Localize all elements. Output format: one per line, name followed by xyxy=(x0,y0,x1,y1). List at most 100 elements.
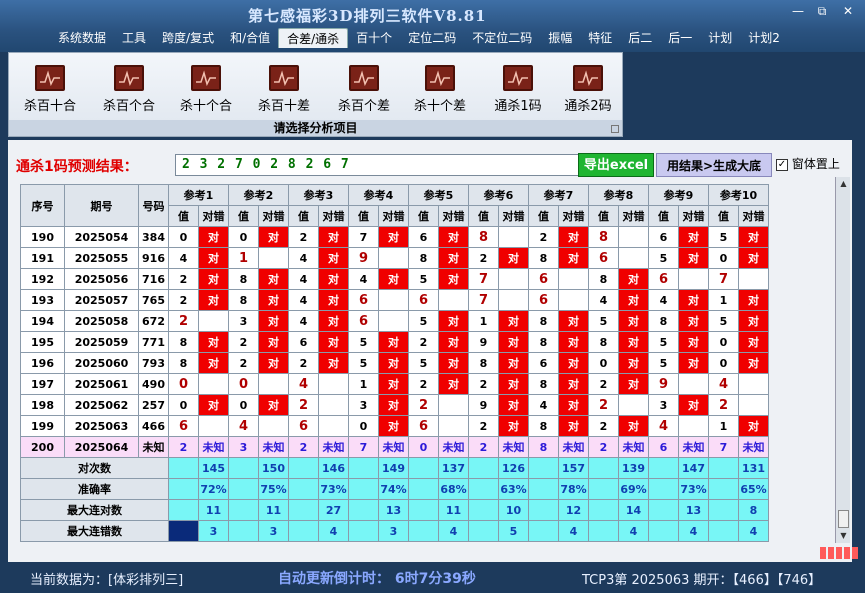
stat-spacer xyxy=(228,457,259,479)
ref-header-7: 参考7 xyxy=(528,184,589,206)
menu-item-5[interactable]: 百十个 xyxy=(348,28,400,48)
ref-header-2: 参考2 xyxy=(228,184,289,206)
period-cell: 2025055 xyxy=(64,247,139,269)
chart-icon xyxy=(35,65,65,91)
period-header: 期号 xyxy=(64,184,139,227)
table-row: 192 2025056 716 2 对 8 对 4 对 4 对 5 对 7 6 8 对 6 7 xyxy=(20,268,769,290)
result-cell: 未知 xyxy=(678,436,709,458)
menu-item-11[interactable]: 后一 xyxy=(660,28,700,48)
vertical-scrollbar[interactable]: ▲ ▼ xyxy=(835,177,850,543)
result-cell: 对 xyxy=(558,226,589,248)
stat-value: 149 xyxy=(378,457,409,479)
stat-spacer xyxy=(408,499,439,521)
value-cell: 5 xyxy=(708,310,739,332)
stat-spacer xyxy=(708,457,739,479)
menu-item-6[interactable]: 定位二码 xyxy=(400,28,464,48)
period-cell: 2025064 xyxy=(64,436,139,458)
generate-base-button[interactable]: 用结果>生成大底 xyxy=(656,153,772,177)
ribbon-button-2[interactable]: 杀十个合 xyxy=(171,65,241,114)
result-cell: 未知 xyxy=(438,436,469,458)
close-button[interactable]: ✕ xyxy=(838,4,858,18)
stat-spacer xyxy=(288,478,319,500)
ribbon-button-4[interactable]: 杀百个差 xyxy=(329,65,399,114)
result-cell: 对 xyxy=(738,331,769,353)
checkbox-icon[interactable]: ✓ xyxy=(776,158,788,171)
code-cell: 672 xyxy=(138,310,169,332)
result-panel: 通杀1码预测结果： 2 3 2 7 0 2 8 2 6 7 导出excel 用结… xyxy=(8,140,858,562)
stat-value: 4 xyxy=(738,520,769,542)
value-cell: 5 xyxy=(408,310,439,332)
menu-item-2[interactable]: 跨度/复式 xyxy=(154,28,222,48)
stat-value: 4 xyxy=(558,520,589,542)
menu-item-3[interactable]: 和/合值 xyxy=(222,28,278,48)
export-excel-button[interactable]: 导出excel xyxy=(578,153,654,177)
ribbon-expand-icon[interactable] xyxy=(611,125,619,133)
menu-item-4[interactable]: 合差/通杀 xyxy=(278,28,349,48)
result-cell xyxy=(258,373,289,395)
value-cell: 0 xyxy=(228,394,259,416)
scroll-down-icon[interactable]: ▼ xyxy=(836,529,851,543)
stat-value: 131 xyxy=(738,457,769,479)
menu-item-8[interactable]: 振幅 xyxy=(540,28,580,48)
stat-spacer xyxy=(288,457,319,479)
result-cell xyxy=(378,310,409,332)
ribbon-button-6[interactable]: 通杀1码 xyxy=(483,65,553,114)
indicator-bar xyxy=(820,547,826,559)
result-cell xyxy=(318,415,349,437)
ribbon-button-5[interactable]: 杀十个差 xyxy=(405,65,475,114)
always-on-top-label: 窗体置上 xyxy=(791,157,840,171)
always-on-top-checkbox[interactable]: ✓ 窗体置上 xyxy=(776,155,840,172)
menu-item-10[interactable]: 后二 xyxy=(620,28,660,48)
value-header: 值 xyxy=(348,205,379,227)
result-cell: 对 xyxy=(618,268,649,290)
update-countdown: 自动更新倒计时： 6时7分39秒 xyxy=(278,571,476,587)
ribbon-button-0[interactable]: 杀百十合 xyxy=(15,65,85,114)
result-cell xyxy=(258,247,289,269)
value-cell: 8 xyxy=(528,331,559,353)
code-cell: 716 xyxy=(138,268,169,290)
restore-button[interactable]: ⧉ xyxy=(812,4,832,18)
value-cell: 8 xyxy=(168,352,199,374)
menu-item-13[interactable]: 计划2 xyxy=(740,28,788,48)
chart-icon xyxy=(349,65,379,91)
menu-item-9[interactable]: 特征 xyxy=(580,28,620,48)
result-cell xyxy=(498,226,529,248)
result-cell: 对 xyxy=(618,415,649,437)
ribbon-button-3[interactable]: 杀百十差 xyxy=(249,65,319,114)
result-cell: 对 xyxy=(438,226,469,248)
period-cell: 2025062 xyxy=(64,394,139,416)
scroll-up-icon[interactable]: ▲ xyxy=(836,177,851,191)
stat-value: 147 xyxy=(678,457,709,479)
ribbon-button-7[interactable]: 通杀2码 xyxy=(553,65,623,114)
result-cell: 对 xyxy=(738,310,769,332)
value-cell: 4 xyxy=(288,289,319,311)
stat-value: 11 xyxy=(198,499,229,521)
result-cell: 对 xyxy=(618,352,649,374)
current-row: 200 2025064 未知 2 未知 3 未知 2 未知 7 未知 0 未知 2 未知 8 未知 2 未知 6 未知 7… xyxy=(20,436,769,458)
menu-item-12[interactable]: 计划 xyxy=(700,28,740,48)
value-cell: 3 xyxy=(648,394,679,416)
stat-value: 150 xyxy=(258,457,289,479)
result-header: 对错 xyxy=(558,205,589,227)
result-cell: 对 xyxy=(378,331,409,353)
stat-spacer xyxy=(588,520,619,542)
prediction-value-field[interactable]: 2 3 2 7 0 2 8 2 6 7 xyxy=(175,154,579,176)
menu-item-7[interactable]: 不定位二码 xyxy=(464,28,540,48)
result-cell: 对 xyxy=(558,415,589,437)
result-cell xyxy=(198,310,229,332)
value-cell: 7 xyxy=(468,289,499,311)
ribbon-button-1[interactable]: 杀百个合 xyxy=(94,65,164,114)
value-cell: 2 xyxy=(168,289,199,311)
stat-spacer xyxy=(228,499,259,521)
value-cell: 2 xyxy=(168,310,199,332)
result-cell: 未知 xyxy=(738,436,769,458)
minimize-button[interactable]: — xyxy=(788,4,808,18)
menu-item-1[interactable]: 工具 xyxy=(114,28,154,48)
scroll-thumb[interactable] xyxy=(838,510,849,528)
value-cell: 2 xyxy=(228,331,259,353)
value-cell: 2 xyxy=(408,373,439,395)
menu-item-0[interactable]: 系统数据 xyxy=(50,28,114,48)
value-cell: 6 xyxy=(348,310,379,332)
table-row: 198 2025062 257 0 对 0 对 2 3 对 2 9 对 4 对 2 3 对 2 xyxy=(20,394,769,416)
value-header: 值 xyxy=(408,205,439,227)
